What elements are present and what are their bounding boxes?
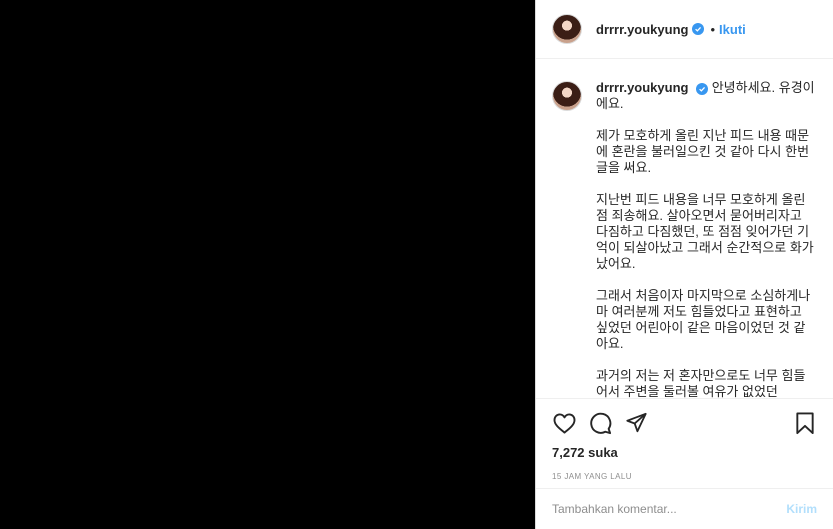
like-count[interactable]: 7,272 suka (552, 445, 817, 460)
post-sidebar: drrrr.youkyung • Ikuti drrrr.youkyung 안녕… (535, 0, 833, 529)
heart-icon[interactable] (552, 411, 576, 435)
profile-avatar[interactable] (552, 14, 582, 44)
caption-paragraph-3: 지난번 피드 내용을 너무 모호하게 올린 점 죄송해요. 살아오면서 묻어버리… (596, 192, 814, 271)
paper-plane-icon[interactable] (624, 411, 648, 435)
add-comment-form: Kirim (536, 488, 833, 529)
post-timestamp[interactable]: 15 JAM YANG LALU (552, 472, 817, 481)
bookmark-icon[interactable] (793, 411, 817, 435)
header-separator: • (710, 21, 716, 37)
post-actions: 7,272 suka 15 JAM YANG LALU (536, 398, 833, 481)
caption-body: drrrr.youkyung 안녕하세요. 유경이에요. 제가 모호하게 올린 … (596, 79, 816, 398)
verified-badge-icon (696, 82, 709, 95)
comment-bubble-icon[interactable] (588, 411, 612, 435)
comments-section[interactable]: drrrr.youkyung 안녕하세요. 유경이에요. 제가 모호하게 올린 … (536, 60, 833, 398)
caption-paragraph-2: 제가 모호하게 올린 지난 피드 내용 때문에 혼란을 불러일으킨 것 같아 다… (596, 128, 810, 175)
caption-username[interactable]: drrrr.youkyung (596, 80, 688, 95)
comment-input[interactable] (552, 502, 787, 516)
follow-button[interactable]: Ikuti (719, 22, 746, 37)
post-comment-button[interactable]: Kirim (786, 502, 817, 516)
post-media[interactable] (0, 0, 535, 529)
caption-avatar[interactable] (552, 81, 582, 111)
action-bar (552, 399, 817, 447)
verified-badge-icon (692, 23, 705, 35)
caption-paragraph-4: 그래서 처음이자 마지막으로 소심하게나마 여러분께 저도 힘들었다고 표현하고… (596, 288, 811, 351)
header-username[interactable]: drrrr.youkyung (596, 22, 688, 37)
caption-paragraph-5: 과거의 저는 저 혼자만으로도 너무 힘들어서 주변을 둘러볼 여유가 없었던 (596, 368, 806, 398)
caption-comment: drrrr.youkyung 안녕하세요. 유경이에요. 제가 모호하게 올린 … (552, 79, 817, 398)
post-header: drrrr.youkyung • Ikuti (536, 0, 833, 59)
instagram-post: drrrr.youkyung • Ikuti drrrr.youkyung 안녕… (0, 0, 833, 529)
